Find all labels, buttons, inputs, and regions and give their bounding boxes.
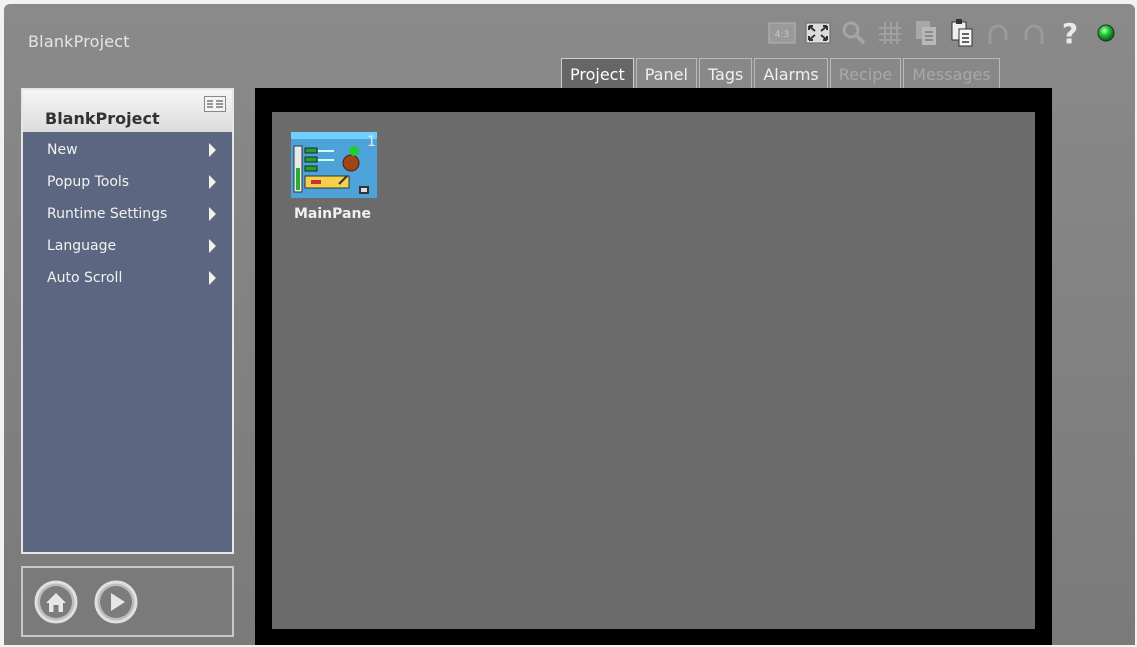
copy-icon[interactable] [911, 18, 941, 48]
sidebar-item-popup-tools[interactable]: Popup Tools [23, 166, 232, 198]
aspect-ratio-label: 4:3 [775, 30, 789, 40]
sidebar-item-label: Runtime Settings [47, 206, 168, 222]
home-button[interactable] [33, 579, 79, 625]
home-icon [34, 580, 78, 623]
panel-number: 1 [367, 134, 376, 150]
toolbar: 4:3 ? [767, 16, 1121, 50]
submenu-arrow-icon [209, 207, 216, 221]
bottom-nav [21, 566, 234, 637]
tab-project[interactable]: Project [561, 58, 634, 90]
sidebar-title: BlankProject [45, 109, 160, 128]
play-icon [94, 580, 138, 623]
sidebar-item-runtime-settings[interactable]: Runtime Settings [23, 198, 232, 230]
help-label: ? [1062, 19, 1078, 47]
tab-tags[interactable]: Tags [698, 58, 753, 90]
aspect-ratio-icon[interactable]: 4:3 [767, 18, 797, 48]
sidebar-item-language[interactable]: Language [23, 230, 232, 262]
workspace-frame: 1 MainPane [255, 88, 1052, 645]
play-button[interactable] [93, 579, 139, 625]
undo-icon[interactable] [983, 18, 1013, 48]
panel-preview-icon [291, 132, 377, 198]
sidebar-item-label: Auto Scroll [47, 270, 123, 286]
submenu-arrow-icon [209, 239, 216, 253]
sidebar-item-label: New [47, 142, 78, 158]
paste-icon[interactable] [947, 18, 977, 48]
sidebar-item-label: Popup Tools [47, 174, 130, 190]
app-window: BlankProject 4:3 ? Project Panel Tags Al… [4, 4, 1135, 645]
tab-panel[interactable]: Panel [635, 58, 697, 90]
grid-icon[interactable] [875, 18, 905, 48]
submenu-arrow-icon [209, 271, 216, 285]
list-view-icon[interactable] [204, 96, 226, 116]
panel-name: MainPane [294, 206, 371, 222]
sidebar-item-label: Language [47, 238, 117, 254]
sidebar-item-auto-scroll[interactable]: Auto Scroll [23, 262, 232, 294]
redo-icon[interactable] [1019, 18, 1049, 48]
project-sidebar: BlankProject New Popup Tools Runtime Set… [21, 88, 234, 554]
tab-recipe[interactable]: Recipe [829, 58, 902, 90]
sidebar-header: BlankProject [23, 90, 232, 132]
panel-thumbnail[interactable]: 1 MainPane [291, 132, 381, 228]
zoom-icon[interactable] [839, 18, 869, 48]
status-led-icon [1091, 18, 1121, 48]
submenu-arrow-icon [209, 143, 216, 157]
help-icon[interactable]: ? [1055, 18, 1085, 48]
tab-alarms[interactable]: Alarms [754, 58, 828, 90]
main-tabs: Project Panel Tags Alarms Recipe Message… [561, 58, 1000, 90]
sidebar-menu: New Popup Tools Runtime Settings Languag… [23, 132, 232, 294]
sidebar-item-new[interactable]: New [23, 134, 232, 166]
app-title: BlankProject [28, 32, 130, 51]
submenu-arrow-icon [209, 175, 216, 189]
tab-messages[interactable]: Messages [903, 58, 1000, 90]
panel-canvas[interactable]: 1 MainPane [272, 112, 1035, 629]
fit-to-screen-icon[interactable] [803, 18, 833, 48]
